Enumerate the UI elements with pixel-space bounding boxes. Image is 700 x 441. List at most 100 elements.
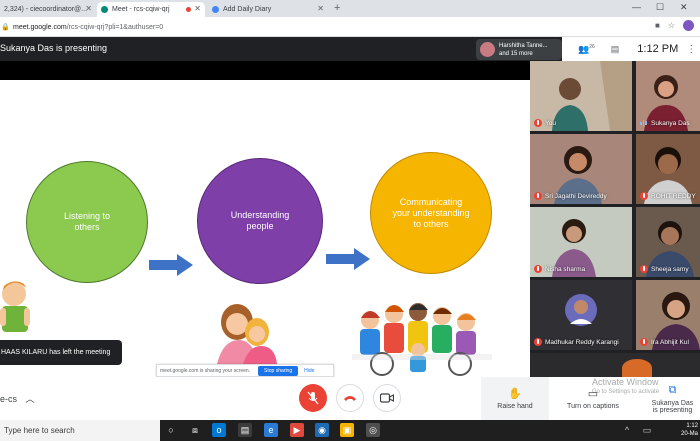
meeting-clock: 1:12 PM bbox=[637, 43, 679, 55]
present-screen-icon: ⧉ bbox=[668, 383, 677, 396]
mic-muted-icon bbox=[534, 265, 542, 273]
participant-label: Sukanya Das bbox=[640, 119, 690, 127]
presenter-chip-more: and 15 more bbox=[499, 50, 533, 57]
presenting-banner: Sukanya Das is presenting bbox=[0, 43, 108, 53]
media-icon[interactable]: ▶ bbox=[290, 423, 304, 437]
participant-tile[interactable]: Sukanya Das bbox=[636, 61, 700, 131]
task-view-icon[interactable]: ⧈ bbox=[188, 423, 202, 437]
new-tab-button[interactable]: + bbox=[334, 2, 340, 14]
hide-share-bar-button[interactable]: Hide bbox=[304, 368, 314, 374]
circle-communicating-text: Communicating your understanding to othe… bbox=[392, 196, 470, 229]
more-options-icon[interactable]: ⋮ bbox=[686, 44, 696, 55]
participant-tile[interactable]: Madhukar Reddy Karangi bbox=[530, 280, 632, 350]
mic-muted-icon bbox=[640, 265, 648, 273]
network-icon[interactable]: ▭ bbox=[640, 423, 654, 437]
presenter-chip[interactable]: Harshitha Tanne... and 15 more bbox=[476, 39, 562, 60]
address-bar-icons: ■ ☆ bbox=[655, 20, 694, 31]
partial-avatar bbox=[622, 359, 652, 377]
circle-understanding: Understanding people bbox=[197, 158, 323, 284]
speaking-indicator-icon bbox=[640, 119, 648, 127]
tab-label: Meet - rcs-cqiw-qrj bbox=[112, 6, 170, 13]
participant-tiles: You Sukanya Das Sri Jagathi Devireddy RO… bbox=[530, 61, 700, 377]
bookmark-star-icon[interactable]: ☆ bbox=[668, 21, 675, 30]
tab-gmail[interactable]: 2,324) - ciecoordinator@... ✕ bbox=[0, 2, 96, 17]
camera-toggle-button[interactable] bbox=[373, 384, 401, 412]
participant-tile[interactable]: Ira Abhijit Kul bbox=[636, 280, 700, 350]
presentation-slide: Listening to others Understanding people… bbox=[0, 80, 530, 377]
share-bar-message: meet.google.com is sharing your screen. bbox=[160, 367, 251, 374]
participant-label: You bbox=[534, 119, 556, 127]
taskbar-clock[interactable]: 1:12 20-Ma bbox=[681, 422, 698, 438]
participant-name: Nisha sharma bbox=[545, 265, 586, 273]
meeting-details[interactable]: e-cs ︿ bbox=[0, 392, 35, 405]
people-icon[interactable]: 👥26 bbox=[578, 44, 595, 55]
chat-icon[interactable]: ▤ bbox=[611, 44, 620, 55]
edge-icon[interactable]: e bbox=[264, 423, 278, 437]
leave-call-button[interactable] bbox=[336, 384, 364, 412]
circle-communicating: Communicating your understanding to othe… bbox=[370, 152, 492, 274]
participant-tile[interactable]: Nisha sharma bbox=[530, 207, 632, 277]
folder-icon[interactable]: ▣ bbox=[340, 423, 354, 437]
tab-daily-diary[interactable]: Add Daily Diary ✕ bbox=[208, 2, 328, 17]
presentation-top-strip bbox=[0, 61, 530, 80]
hand-icon: ✋ bbox=[508, 388, 522, 400]
close-tab-icon[interactable]: ✕ bbox=[194, 4, 201, 13]
participant-tile[interactable]: You bbox=[530, 61, 632, 131]
taskbar-search-box[interactable]: Type here to search bbox=[0, 420, 160, 441]
url-host: meet.google.com bbox=[13, 23, 67, 31]
close-window-button[interactable]: ✕ bbox=[680, 2, 688, 13]
arrow-right-icon bbox=[326, 248, 370, 270]
cortana-icon[interactable]: ○ bbox=[164, 423, 178, 437]
screen-share-bar: meet.google.com is sharing your screen. … bbox=[156, 364, 334, 377]
mic-off-icon bbox=[307, 391, 319, 405]
circle-listening-text: Listening to others bbox=[63, 211, 111, 232]
maximize-button[interactable]: ☐ bbox=[656, 2, 664, 13]
taskbar-clock-date: 20-Ma bbox=[680, 431, 698, 437]
participant-tile[interactable]: Sheeja samy bbox=[636, 207, 700, 277]
tab-label: Add Daily Diary bbox=[223, 6, 272, 13]
circle-understanding-text: Understanding people bbox=[230, 210, 290, 231]
file-explorer-icon[interactable]: ▤ bbox=[238, 423, 252, 437]
browser-icon[interactable]: ◉ bbox=[315, 423, 329, 437]
close-tab-icon[interactable]: ✕ bbox=[85, 4, 92, 13]
participant-name: Madhukar Reddy Karangi bbox=[545, 338, 619, 346]
participant-tile[interactable]: Sri Jagathi Devireddy bbox=[530, 134, 632, 204]
participant-label: Nisha sharma bbox=[534, 265, 585, 273]
video-camera-icon bbox=[380, 393, 394, 403]
captions-label: Turn on captions bbox=[567, 403, 619, 410]
show-hidden-icons-icon[interactable]: ^ bbox=[620, 423, 634, 437]
raise-hand-button[interactable]: ✋ Raise hand bbox=[481, 377, 549, 420]
mic-muted-icon bbox=[640, 338, 648, 346]
url-field[interactable]: 🔒 meet.google.com /rcs-cqiw-qrj?pli=1&au… bbox=[0, 20, 630, 34]
recording-dot-icon bbox=[186, 7, 191, 12]
camera-permission-icon[interactable]: ■ bbox=[655, 21, 660, 30]
participant-name: Sri Jagathi Devireddy bbox=[545, 192, 607, 200]
mic-muted-icon bbox=[534, 119, 542, 127]
minimize-button[interactable]: — bbox=[632, 2, 641, 12]
presenting-button[interactable]: ⧉ Sukanya Das is presenting bbox=[645, 377, 700, 420]
chevron-up-icon[interactable]: ︿ bbox=[26, 394, 35, 404]
taskbar-clock-time: 1:12 bbox=[686, 423, 698, 429]
profile-avatar[interactable] bbox=[683, 20, 694, 31]
participant-label: Sheeja samy bbox=[640, 265, 689, 273]
stop-sharing-button[interactable]: Stop sharing bbox=[258, 365, 299, 376]
tab-meet[interactable]: Meet - rcs-cqiw-qrj ✕ bbox=[97, 2, 205, 17]
chrome-favicon-icon bbox=[212, 6, 219, 13]
outlook-icon[interactable]: o bbox=[212, 423, 226, 437]
participant-name: You bbox=[545, 119, 556, 127]
participant-name: ROHIT REDDY bbox=[651, 192, 696, 200]
close-tab-icon[interactable]: ✕ bbox=[317, 4, 324, 13]
meeting-code: e-cs bbox=[0, 394, 18, 404]
microphone-toggle-button[interactable] bbox=[299, 384, 327, 412]
presenter-avatar bbox=[480, 42, 495, 57]
participant-tile[interactable]: ROHIT REDDY bbox=[636, 134, 700, 204]
presenter-chip-name: Harshitha Tanne... bbox=[499, 42, 548, 49]
chrome-icon[interactable]: ◎ bbox=[366, 423, 380, 437]
address-bar: 🔒 meet.google.com /rcs-cqiw-qrj?pli=1&au… bbox=[0, 17, 700, 37]
meet-favicon-icon bbox=[101, 6, 108, 13]
meet-bottom-bar: e-cs ︿ ✋ Raise hand ▭ Turn on captions A… bbox=[0, 377, 700, 420]
participant-label: Sri Jagathi Devireddy bbox=[534, 192, 607, 200]
participant-name: Sheeja samy bbox=[651, 265, 689, 273]
participant-name: Ira Abhijit Kul bbox=[651, 338, 689, 346]
mic-muted-icon bbox=[640, 192, 648, 200]
